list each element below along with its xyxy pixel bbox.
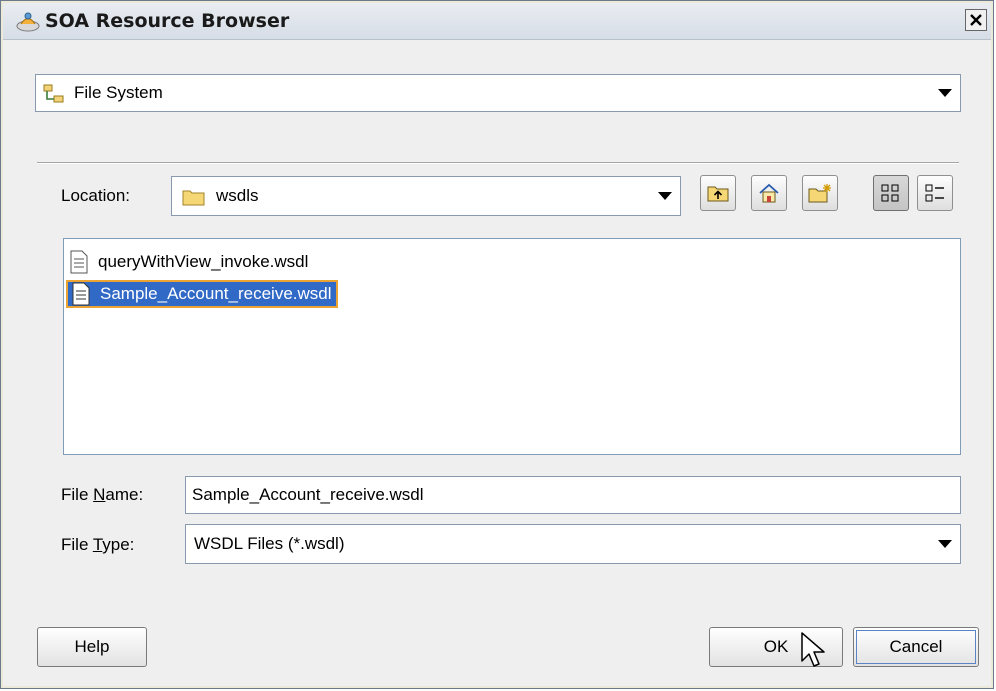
separator (37, 162, 959, 164)
details-view-button[interactable] (917, 175, 953, 211)
folder-icon (182, 190, 205, 206)
dialog-body: File System Location: wsdls queryWithVie… (3, 40, 991, 686)
soa-app-icon (16, 12, 40, 32)
list-item[interactable]: queryWithView_invoke.wsdl (66, 248, 312, 276)
file-list[interactable]: queryWithView_invoke.wsdl Sample_Account… (63, 238, 961, 455)
title-bar[interactable]: SOA Resource Browser (3, 3, 991, 40)
location-combo[interactable]: wsdls (171, 176, 681, 216)
location-value: wsdls (216, 186, 259, 205)
chevron-down-icon (938, 540, 952, 548)
new-folder-button[interactable] (802, 175, 838, 211)
source-combo[interactable]: File System (35, 74, 961, 112)
home-icon (759, 183, 779, 203)
file-name-text: Sample_Account_receive.wsdl (100, 284, 332, 303)
file-system-icon (43, 84, 64, 103)
window-title: SOA Resource Browser (45, 10, 290, 32)
close-button[interactable] (965, 9, 987, 31)
chevron-down-icon (658, 192, 672, 200)
file-name-text: queryWithView_invoke.wsdl (98, 252, 309, 271)
file-name-field[interactable] (185, 476, 961, 514)
up-folder-icon (707, 186, 729, 202)
file-type-value: WSDL Files (*.wsdl) (194, 534, 345, 553)
document-icon (72, 282, 90, 306)
help-button[interactable]: Help (37, 627, 147, 667)
mouse-pointer-icon (801, 632, 825, 667)
home-button[interactable] (751, 175, 787, 211)
soa-resource-browser-dialog: SOA Resource Browser File System Locatio… (0, 0, 994, 689)
list-view-icon (881, 184, 899, 202)
chevron-down-icon (938, 89, 952, 97)
new-folder-icon (808, 184, 831, 203)
location-label: Location: (61, 186, 130, 205)
file-type-combo[interactable]: WSDL Files (*.wsdl) (185, 524, 961, 564)
source-combo-value: File System (74, 83, 163, 102)
document-icon (70, 250, 88, 274)
up-one-level-button[interactable] (700, 175, 736, 211)
details-view-icon (925, 184, 944, 202)
cancel-button[interactable]: Cancel (853, 627, 979, 667)
list-item-selected[interactable]: Sample_Account_receive.wsdl (66, 280, 338, 308)
file-name-label: File Name: (61, 485, 144, 504)
close-icon (970, 14, 982, 26)
file-name-input[interactable] (186, 477, 960, 513)
file-type-label: File Type: (61, 535, 135, 554)
list-view-button[interactable] (873, 175, 909, 211)
